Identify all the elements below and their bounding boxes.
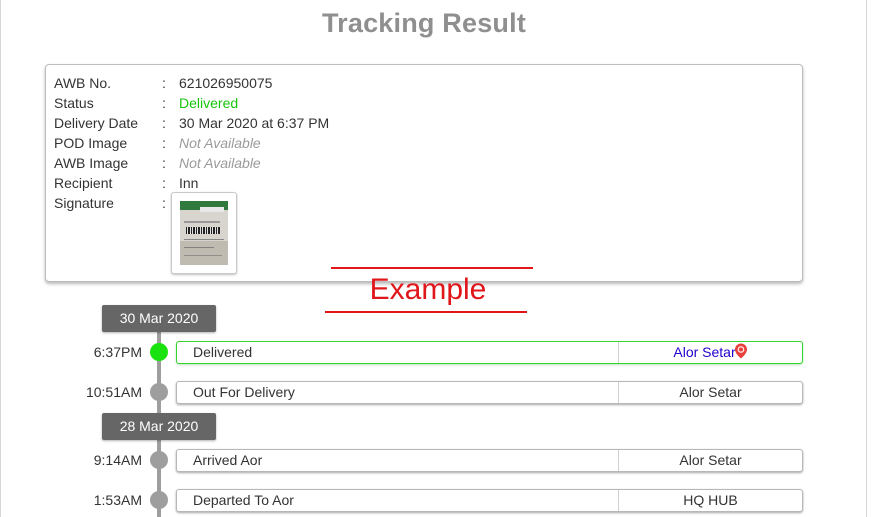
delivery-date-value: 30 Mar 2020 at 6:37 PM [179, 115, 330, 131]
event-status: Out For Delivery [193, 384, 295, 400]
event-location-link[interactable]: Alor Setar [619, 342, 802, 363]
event-location: Alor Setar [679, 384, 742, 400]
shipment-details-card: AWB No. : 621026950075 Status : Delivere… [45, 64, 803, 282]
event-time: 10:51AM [85, 384, 142, 400]
awb-number-label: AWB No. [54, 75, 112, 91]
event-location: Alor Setar [673, 344, 736, 360]
event-status: Departed To Aor [193, 492, 294, 508]
pod-image-value: Not Available [179, 135, 261, 151]
map-pin-icon[interactable] [734, 343, 748, 359]
page-border-left [0, 0, 1, 517]
colon: : [162, 155, 166, 171]
pod-image-label: POD Image [54, 135, 128, 151]
status-value: Delivered [179, 95, 239, 111]
recipient-value: Inn [179, 175, 199, 191]
recipient-label: Recipient [54, 175, 113, 191]
event-time: 1:53AM [93, 492, 142, 508]
event-dot [150, 491, 168, 509]
event-location: Alor Setar [679, 452, 742, 468]
event-dot [150, 451, 168, 469]
colon: : [162, 195, 166, 211]
colon: : [162, 175, 166, 191]
signature-label: Signature [54, 195, 114, 211]
event-card: Arrived Aor Alor Setar [176, 449, 803, 472]
event-card: Out For Delivery Alor Setar [176, 381, 803, 404]
event-status: Delivered [193, 344, 253, 360]
awb-number-value: 621026950075 [179, 75, 273, 91]
event-dot [150, 383, 168, 401]
colon: : [162, 115, 166, 131]
event-card: Delivered Alor Setar [176, 341, 803, 364]
event-time: 6:37PM [93, 344, 142, 360]
watermark-line-top [331, 267, 533, 269]
awb-image-value: Not Available [179, 155, 261, 171]
page-title: Tracking Result [321, 8, 527, 38]
signature-thumbnail[interactable] [171, 192, 237, 274]
event-dot-active [150, 343, 168, 361]
watermark-text: Example [369, 273, 487, 306]
date-badge: 28 Mar 2020 [102, 413, 216, 440]
event-time: 9:14AM [93, 452, 142, 468]
event-location: HQ HUB [683, 492, 738, 508]
event-card: Departed To Aor HQ HUB [176, 489, 803, 512]
page-border-right [866, 0, 867, 517]
date-badge: 30 Mar 2020 [102, 305, 216, 332]
colon: : [162, 135, 166, 151]
event-status: Arrived Aor [193, 452, 263, 468]
awb-image-label: AWB Image [54, 155, 129, 171]
status-label: Status [54, 95, 94, 111]
signature-image [180, 201, 228, 265]
colon: : [162, 75, 166, 91]
delivery-date-label: Delivery Date [54, 115, 139, 131]
colon: : [162, 95, 166, 111]
watermark-line-bottom [325, 311, 527, 313]
